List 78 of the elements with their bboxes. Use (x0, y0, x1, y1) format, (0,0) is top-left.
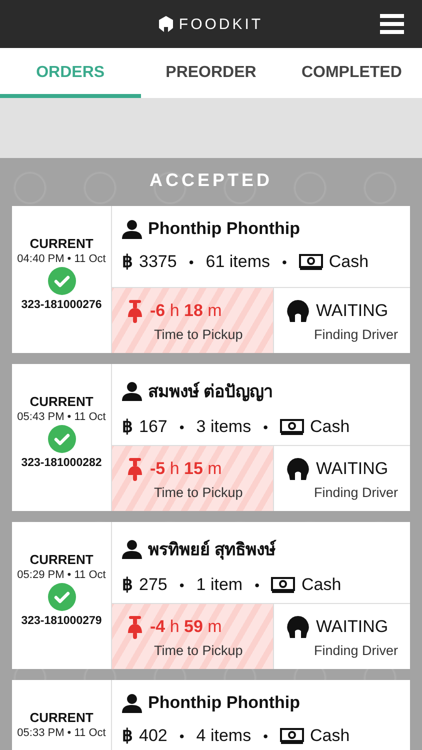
scooter-icon (126, 299, 144, 323)
person-icon (122, 538, 142, 558)
order-total: 275 (139, 574, 168, 594)
order-card[interactable]: CURRENT 05:29 PM • 11 Oct 323-181000279 พรทิพยย์ สุทธิพงษ์ ฿ 275 • 1 item • Cash -4 h 59 m Time to Pickup WAITING Finding Driver (12, 522, 410, 669)
driver-label: Finding Driver (313, 327, 400, 342)
scooter-icon (126, 615, 144, 639)
payment-method: Cash (328, 252, 369, 272)
check-icon (48, 267, 76, 295)
person-icon (122, 380, 142, 400)
person-icon (122, 219, 142, 239)
driver-icon (286, 457, 310, 481)
tab[interactable]: COMPLETED (281, 48, 422, 98)
order-number: 323-181000279 (21, 615, 102, 627)
payment-method: Cash (310, 416, 350, 436)
separator-dot: • (188, 254, 194, 270)
separator-dot: • (179, 418, 184, 434)
logo-icon (158, 16, 173, 32)
separator-dot: • (263, 728, 268, 744)
order-number: 323-181000282 (21, 457, 102, 469)
order-status: CURRENT (30, 236, 94, 251)
menu-icon[interactable] (380, 14, 404, 34)
order-card[interactable]: CURRENT 04:40 PM • 11 Oct 323-181000276 Phonthip Phonthip ฿ 3375 • 61 items • Cash -6 h 18 m Time to Pickup WAITING Finding Driver (12, 206, 410, 353)
pickup-label: Time to Pickup (153, 643, 244, 658)
pickup-label: Time to Pickup (153, 327, 244, 342)
order-status: CURRENT (30, 394, 94, 409)
order-time: 05:43 PM • 11 Oct (17, 411, 106, 423)
pickup-countdown: -5 h 15 m (150, 459, 222, 479)
separator-dot: • (179, 576, 184, 592)
driver-status: WAITING (316, 617, 388, 637)
person-icon (122, 693, 142, 713)
pickup-countdown: -4 h 59 m (150, 617, 222, 637)
customer-name: พรทิพยย์ สุทธิพงษ์ (148, 538, 276, 562)
cash-icon (280, 728, 304, 744)
driver-status: WAITING (316, 459, 388, 479)
currency-symbol: ฿ (122, 574, 133, 595)
order-status: CURRENT (30, 710, 94, 725)
item-count: 3 items (196, 416, 252, 436)
check-icon (48, 583, 76, 611)
separator-dot: • (282, 254, 287, 270)
driver-icon (286, 299, 310, 323)
order-time: 04:40 PM • 11 Oct (17, 253, 106, 265)
driver-label: Finding Driver (313, 485, 400, 500)
order-total: 167 (139, 416, 168, 436)
customer-name: สมพงษ์ ต่อปัญญา (148, 380, 274, 404)
cash-icon (298, 254, 323, 270)
cash-icon (271, 576, 296, 592)
logo-text: FOODKIT (178, 16, 264, 32)
item-count: 1 item (196, 574, 243, 594)
separator-dot: • (179, 728, 184, 744)
currency-symbol: ฿ (122, 251, 133, 272)
driver-status: WAITING (316, 301, 388, 321)
driver-label: Finding Driver (313, 643, 400, 658)
item-count: 61 items (206, 252, 270, 272)
section-title: ACCEPTED (149, 170, 272, 191)
currency-symbol: ฿ (122, 725, 133, 746)
payment-method: Cash (301, 574, 342, 594)
driver-icon (286, 615, 310, 639)
tab[interactable]: PREORDER (140, 48, 282, 98)
order-card[interactable]: CURRENT 05:43 PM • 11 Oct 323-181000282 สมพงษ์ ต่อปัญญา ฿ 167 • 3 items • Cash -5 h 15 m Time to Pickup WAITING Finding Driver (12, 364, 410, 511)
item-count: 4 items (196, 726, 252, 746)
separator-dot: • (263, 418, 268, 434)
scooter-icon (126, 457, 144, 481)
pickup-countdown: -6 h 18 m (150, 301, 222, 321)
separator-dot: • (254, 576, 260, 592)
order-total: 3375 (139, 252, 177, 272)
customer-name: Phonthip Phonthip (148, 693, 300, 713)
order-total: 402 (139, 726, 168, 746)
order-status: CURRENT (30, 552, 94, 567)
cash-icon (280, 418, 304, 434)
payment-method: Cash (310, 726, 350, 746)
currency-symbol: ฿ (122, 416, 133, 437)
order-number: 323-181000276 (21, 299, 102, 311)
pickup-label: Time to Pickup (153, 485, 244, 500)
order-card[interactable]: CURRENT 05:33 PM • 11 Oct Phonthip Phonthip ฿ 402 • 4 items • Cash (12, 680, 410, 750)
order-time: 05:29 PM • 11 Oct (17, 569, 106, 581)
order-time: 05:33 PM • 11 Oct (17, 727, 106, 739)
check-icon (48, 425, 76, 453)
customer-name: Phonthip Phonthip (148, 219, 300, 239)
